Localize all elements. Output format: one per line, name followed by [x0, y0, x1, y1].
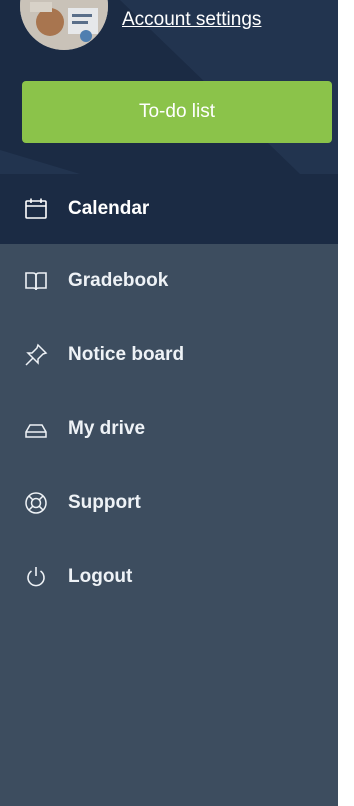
nav-item-calendar[interactable]: Calendar — [0, 174, 338, 244]
nav-label-calendar: Calendar — [68, 198, 150, 219]
account-settings-link[interactable]: Account settings — [122, 9, 261, 31]
nav-item-logout[interactable]: Logout — [0, 540, 338, 614]
nav-label-logout: Logout — [68, 566, 133, 587]
nav-label-my-drive: My drive — [68, 418, 146, 439]
nav-label-notice-board: Notice board — [68, 344, 185, 365]
todo-list-button[interactable]: To-do list — [22, 81, 332, 143]
calendar-icon — [24, 197, 48, 221]
nav-item-notice-board[interactable]: Notice board — [0, 318, 338, 392]
pin-icon — [24, 343, 48, 367]
nav-label-gradebook: Gradebook — [68, 270, 169, 291]
book-icon — [24, 269, 48, 293]
power-icon — [24, 565, 48, 589]
nav-item-gradebook[interactable]: Gradebook — [0, 244, 338, 318]
lifebuoy-icon — [24, 491, 48, 515]
todo-list-label: To-do list — [138, 101, 216, 122]
nav-item-my-drive[interactable]: My drive — [0, 392, 338, 466]
nav-item-support[interactable]: Support — [0, 466, 338, 540]
sidebar: Account settings To-do list Calendar Gra… — [0, 0, 338, 806]
drive-icon — [24, 417, 48, 441]
sidebar-nav: Calendar Gradebook Notice board My drive… — [0, 174, 338, 614]
sidebar-header: Account settings To-do list — [0, 0, 338, 174]
nav-label-support: Support — [68, 492, 141, 513]
